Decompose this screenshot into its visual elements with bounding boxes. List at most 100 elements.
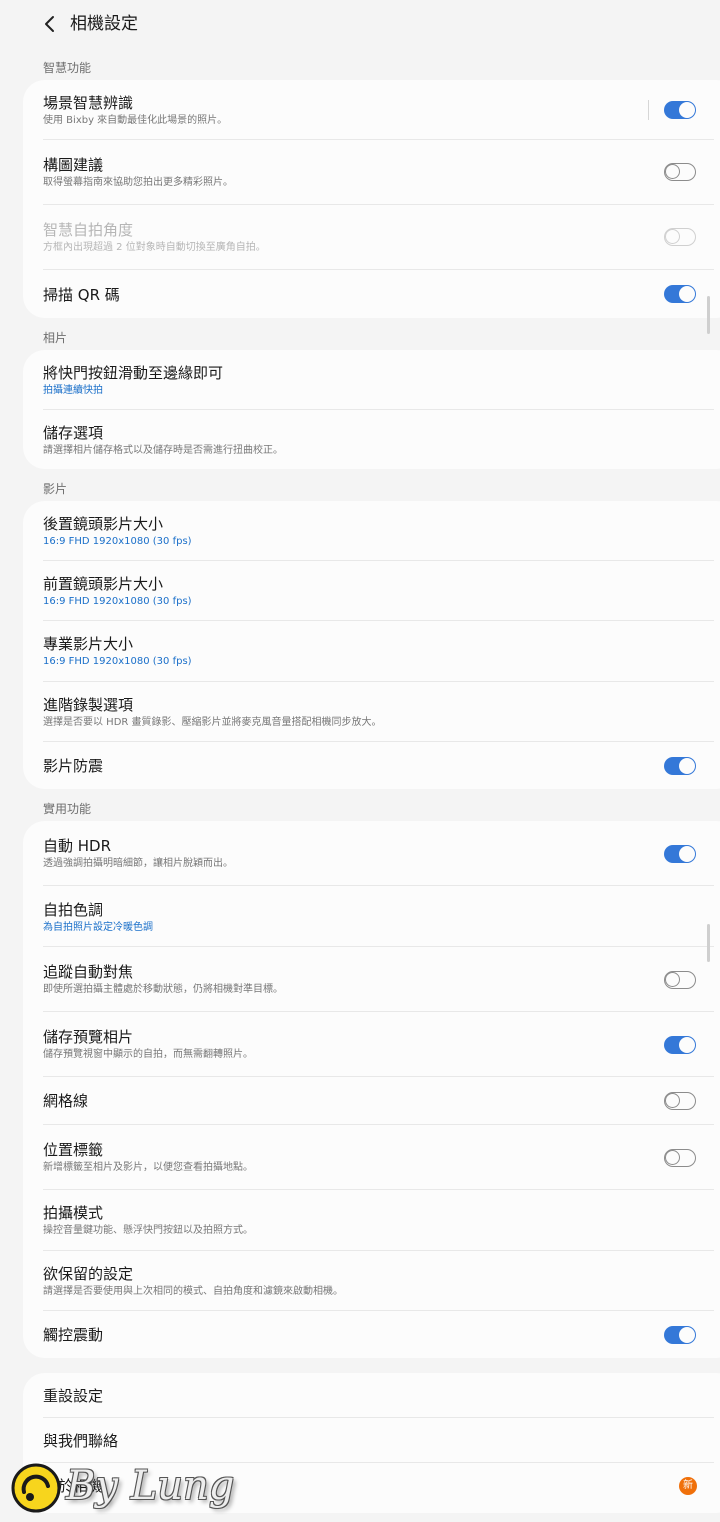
setting-scene-optimizer[interactable]: 場景智慧辨識 使用 Bixby 來自動最佳化此場景的照片。 xyxy=(23,80,720,140)
row-subtitle: 儲存預覽視窗中顯示的自拍，而無需翻轉照片。 xyxy=(43,1049,253,1060)
row-subtitle: 請選擇是否要使用與上次相同的模式、自拍角度和濾鏡來啟動相機。 xyxy=(43,1286,343,1297)
card-videos: 後置鏡頭影片大小 16:9 FHD 1920x1080 (30 fps) 前置鏡… xyxy=(23,501,720,789)
toggle-knob xyxy=(665,229,680,244)
setting-grid-lines[interactable]: 網格線 xyxy=(23,1077,720,1125)
card-useful-features: 自動 HDR 透過強調拍攝明暗細節，讓相片脫穎而出。 自拍色調 為自拍照片設定冷… xyxy=(23,821,720,1358)
toggle-knob xyxy=(679,758,695,774)
setting-selfie-tone[interactable]: 自拍色調 為自拍照片設定冷暖色調 xyxy=(23,886,720,947)
row-value: 16:9 FHD 1920x1080 (30 fps) xyxy=(43,656,192,667)
setting-tracking-af[interactable]: 追蹤自動對焦 即使所選拍攝主體處於移動狀態，仍將相機對準目標。 xyxy=(23,947,720,1012)
row-title: 前置鏡頭影片大小 xyxy=(43,575,164,593)
row-title: 後置鏡頭影片大小 xyxy=(43,515,164,533)
row-title: 將快門按鈕滑動至邊緣即可 xyxy=(43,364,224,382)
toggle-knob xyxy=(665,972,680,987)
row-title: 進階錄製選項 xyxy=(43,696,134,714)
row-subtitle: 方框內出現超過 2 位對象時自動切換至廣角自拍。 xyxy=(43,242,266,253)
row-value: 16:9 FHD 1920x1080 (30 fps) xyxy=(43,596,192,607)
row-title: 自動 HDR xyxy=(43,837,112,855)
section-label-useful: 實用功能 xyxy=(43,802,92,816)
row-title: 智慧自拍角度 xyxy=(43,221,134,239)
row-title: 欲保留的設定 xyxy=(43,1265,134,1283)
setting-location-tags[interactable]: 位置標籤 新增標籤至相片及影片，以便您查看拍攝地點。 xyxy=(23,1125,720,1190)
row-value: 16:9 FHD 1920x1080 (30 fps) xyxy=(43,536,192,547)
row-title: 觸控震動 xyxy=(43,1326,104,1344)
action-reset-settings[interactable]: 重設設定 xyxy=(23,1373,720,1418)
watermark-logo-icon xyxy=(11,1463,61,1513)
setting-smart-selfie-angle: 智慧自拍角度 方框內出現超過 2 位對象時自動切換至廣角自拍。 xyxy=(23,205,720,270)
row-title: 儲存選項 xyxy=(43,424,104,442)
setting-save-preview[interactable]: 儲存預覽相片 儲存預覽視窗中顯示的自拍，而無需翻轉照片。 xyxy=(23,1012,720,1077)
row-title: 專業影片大小 xyxy=(43,635,134,653)
row-value: 拍攝連續快拍 xyxy=(43,385,103,396)
watermark-text: By Lung xyxy=(66,1463,235,1509)
row-value: 為自拍照片設定冷暖色調 xyxy=(43,922,153,933)
setting-video-stabilization[interactable]: 影片防震 xyxy=(23,742,720,789)
scene-optimizer-toggle[interactable] xyxy=(664,101,696,119)
scrollbar-indicator[interactable] xyxy=(707,296,710,334)
toggle-knob xyxy=(679,1327,695,1343)
scrollbar-indicator-secondary[interactable] xyxy=(707,924,710,962)
row-title: 構圖建議 xyxy=(43,156,104,174)
toggle-knob xyxy=(665,164,680,179)
tracking-af-toggle[interactable] xyxy=(664,971,696,989)
setting-swipe-shutter[interactable]: 將快門按鈕滑動至邊緣即可 拍攝連續快拍 xyxy=(23,350,720,410)
setting-shooting-methods[interactable]: 拍攝模式 操控音量鍵功能、懸浮快門按鈕以及拍照方式。 xyxy=(23,1190,720,1251)
row-title: 與我們聯絡 xyxy=(43,1432,119,1450)
section-label-videos: 影片 xyxy=(43,482,68,496)
row-subtitle: 即使所選拍攝主體處於移動狀態，仍將相機對準目標。 xyxy=(43,984,283,995)
setting-auto-hdr[interactable]: 自動 HDR 透過強調拍攝明暗細節，讓相片脫穎而出。 xyxy=(23,821,720,886)
new-badge: 新 xyxy=(679,1477,697,1495)
app-header: 相機設定 xyxy=(0,0,720,50)
vibration-toggle[interactable] xyxy=(664,1326,696,1344)
row-subtitle: 透過強調拍攝明暗細節，讓相片脫穎而出。 xyxy=(43,858,233,869)
toggle-knob xyxy=(665,1093,680,1108)
back-button[interactable] xyxy=(34,8,66,40)
row-title: 網格線 xyxy=(43,1092,89,1110)
shot-suggestions-toggle[interactable] xyxy=(664,163,696,181)
setting-settings-to-keep[interactable]: 欲保留的設定 請選擇是否要使用與上次相同的模式、自拍角度和濾鏡來啟動相機。 xyxy=(23,1251,720,1311)
scan-qr-toggle[interactable] xyxy=(664,285,696,303)
row-title: 儲存預覽相片 xyxy=(43,1028,134,1046)
row-title: 自拍色調 xyxy=(43,901,104,919)
row-subtitle: 取得螢幕指南來協助您拍出更多精彩照片。 xyxy=(43,177,233,188)
toggle-knob xyxy=(665,1150,680,1165)
setting-front-video-size[interactable]: 前置鏡頭影片大小 16:9 FHD 1920x1080 (30 fps) xyxy=(23,561,720,621)
row-title: 位置標籤 xyxy=(43,1141,104,1159)
action-contact-us[interactable]: 與我們聯絡 xyxy=(23,1418,720,1463)
save-preview-toggle[interactable] xyxy=(664,1036,696,1054)
page-title: 相機設定 xyxy=(70,14,138,34)
setting-scan-qr[interactable]: 掃描 QR 碼 xyxy=(23,270,720,318)
setting-shot-suggestions[interactable]: 構圖建議 取得螢幕指南來協助您拍出更多精彩照片。 xyxy=(23,140,720,205)
section-label-pictures: 相片 xyxy=(43,331,68,345)
setting-save-options[interactable]: 儲存選項 請選擇相片儲存格式以及儲存時是否需進行扭曲校正。 xyxy=(23,410,720,469)
location-tags-toggle[interactable] xyxy=(664,1149,696,1167)
row-subtitle: 選擇是否要以 HDR 畫質錄影、壓縮影片並將麥克風音量搭配相機同步放大。 xyxy=(43,717,382,728)
row-subtitle: 請選擇相片儲存格式以及儲存時是否需進行扭曲校正。 xyxy=(43,445,283,456)
row-subtitle: 操控音量鍵功能、懸浮快門按鈕以及拍照方式。 xyxy=(43,1225,253,1236)
toggle-knob xyxy=(679,1037,695,1053)
row-title: 拍攝模式 xyxy=(43,1204,104,1222)
section-label-smart: 智慧功能 xyxy=(43,61,92,75)
auto-hdr-toggle[interactable] xyxy=(664,845,696,863)
row-title: 掃描 QR 碼 xyxy=(43,286,120,304)
row-title: 場景智慧辨識 xyxy=(43,94,134,112)
setting-pro-video-size[interactable]: 專業影片大小 16:9 FHD 1920x1080 (30 fps) xyxy=(23,621,720,682)
smart-selfie-angle-toggle xyxy=(664,228,696,246)
setting-advanced-recording[interactable]: 進階錄製選項 選擇是否要以 HDR 畫質錄影、壓縮影片並將麥克風音量搭配相機同步… xyxy=(23,682,720,742)
setting-rear-video-size[interactable]: 後置鏡頭影片大小 16:9 FHD 1920x1080 (30 fps) xyxy=(23,501,720,561)
card-pictures: 將快門按鈕滑動至邊緣即可 拍攝連續快拍 儲存選項 請選擇相片儲存格式以及儲存時是… xyxy=(23,350,720,469)
card-smart-features: 場景智慧辨識 使用 Bixby 來自動最佳化此場景的照片。 構圖建議 取得螢幕指… xyxy=(23,80,720,318)
setting-vibration[interactable]: 觸控震動 xyxy=(23,1311,720,1358)
row-subtitle: 使用 Bixby 來自動最佳化此場景的照片。 xyxy=(43,115,228,126)
row-title: 追蹤自動對焦 xyxy=(43,963,134,981)
toggle-knob xyxy=(679,286,695,302)
row-subtitle: 新增標籤至相片及影片，以便您查看拍攝地點。 xyxy=(43,1162,253,1173)
chevron-left-icon xyxy=(45,16,54,32)
grid-lines-toggle[interactable] xyxy=(664,1092,696,1110)
row-title: 影片防震 xyxy=(43,757,104,775)
row-separator xyxy=(648,100,649,120)
toggle-knob xyxy=(679,846,695,862)
row-title: 重設設定 xyxy=(43,1387,104,1405)
video-stabilization-toggle[interactable] xyxy=(664,757,696,775)
toggle-knob xyxy=(679,102,695,118)
